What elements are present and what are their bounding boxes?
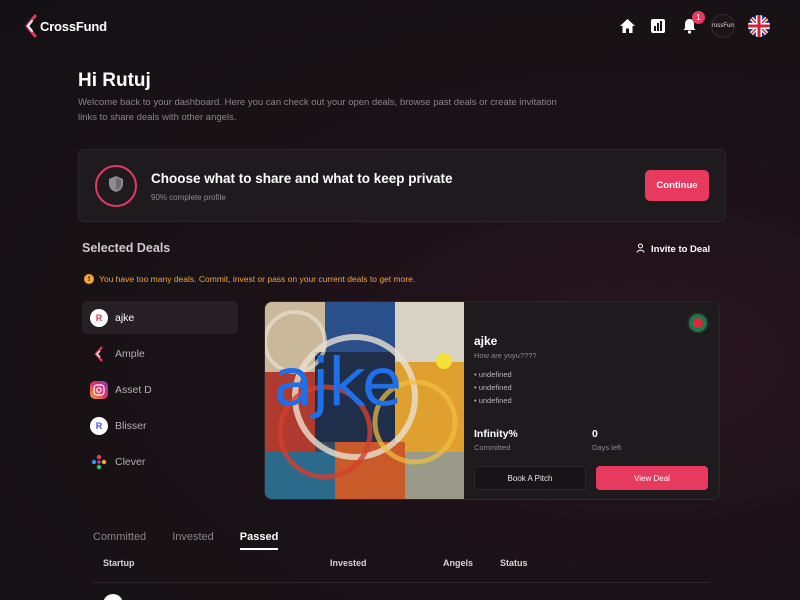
deal-list-item-ajke[interactable]: R ajke [82, 301, 238, 334]
user-avatar[interactable]: crossFund [711, 14, 735, 38]
selected-deals-heading: Selected Deals [82, 241, 171, 255]
warning-icon: ! [84, 274, 94, 284]
deal-list-item-clever[interactable]: Clever [82, 445, 238, 478]
privacy-card-title: Choose what to share and what to keep pr… [151, 171, 453, 186]
warning-text: You have too many deals. Commit, invest … [99, 274, 416, 284]
r-logo-icon: R [90, 308, 108, 327]
dots-logo-icon [90, 453, 108, 471]
invite-to-deal-label: Invite to Deal [651, 244, 711, 255]
deal-cover-image[interactable]: ajke [265, 302, 464, 499]
deal-logo-text: ajke [273, 344, 402, 421]
table-row-avatar[interactable] [103, 594, 123, 600]
view-deal-button[interactable]: View Deal [596, 466, 708, 490]
deal-highlight-item: • undefined [474, 370, 512, 379]
brand-name: CrossFund [40, 18, 107, 34]
dashboard-intro-text: Welcome back to your dashboard. Here you… [78, 97, 557, 123]
deal-list: R ajke Ample Asset D R Blisser Clever [82, 301, 238, 481]
top-navbar: CrossFund 1 crossFund [0, 0, 800, 54]
days-left-label: Days left [592, 443, 622, 452]
committed-value: Infinity% [474, 428, 518, 440]
uk-flag-icon[interactable] [748, 15, 770, 37]
user-add-icon [636, 243, 646, 256]
deal-card: ajke ajke How are yoyu???? • undefined •… [264, 301, 720, 500]
table-divider [93, 582, 710, 583]
profile-progress-ring [95, 165, 137, 207]
deals-table-header: Startup Invested Angels Status [103, 558, 710, 582]
column-header-invested: Invested [330, 558, 367, 568]
brand-logo[interactable]: CrossFund [24, 14, 107, 38]
too-many-deals-warning: ! You have too many deals. Commit, inves… [84, 274, 415, 284]
deal-list-item-label: Asset D [115, 383, 152, 396]
shield-icon [108, 175, 124, 198]
column-header-status: Status [500, 558, 528, 568]
continue-button[interactable]: Continue [645, 170, 709, 201]
deal-list-item-label: Clever [115, 455, 146, 468]
deal-list-item-label: Ample [115, 347, 145, 360]
deal-history-tabs: Committed Invested Passed [93, 531, 304, 550]
notifications-bell-icon[interactable]: 1 [680, 11, 705, 35]
notification-count-badge: 1 [692, 11, 705, 24]
deal-name: ajke [474, 334, 498, 348]
deal-highlight-item: • undefined [474, 396, 512, 405]
book-a-pitch-button[interactable]: Book A Pitch [474, 466, 586, 490]
home-icon[interactable] [618, 17, 636, 35]
days-left-stat: 0 Days left [592, 428, 621, 452]
committed-label: Committed [474, 443, 511, 452]
crossfund-logo-icon [90, 345, 108, 363]
instagram-icon [90, 380, 108, 399]
deal-tagline: How are yoyu???? [474, 351, 537, 360]
deal-list-item-label: Blisser [115, 419, 147, 432]
tab-committed[interactable]: Committed [93, 531, 146, 550]
deal-list-item-label: ajke [115, 311, 135, 324]
committed-stat: Infinity% Committed [474, 428, 518, 452]
greeting-heading: Hi Rutuj [78, 70, 151, 91]
tab-passed[interactable]: Passed [239, 531, 279, 550]
analytics-icon[interactable] [649, 17, 667, 35]
profile-completion-text: 90% complete profile [151, 193, 226, 202]
column-header-angels: Angels [443, 558, 474, 568]
deal-highlight-item: • undefined [474, 383, 512, 392]
deal-list-item-asset-d[interactable]: Asset D [82, 373, 238, 406]
invite-to-deal-button[interactable]: Invite to Deal [636, 243, 710, 256]
deal-list-item-blisser[interactable]: R Blisser [82, 409, 238, 442]
deal-list-item-ample[interactable]: Ample [82, 337, 238, 370]
column-header-startup: Startup [103, 558, 135, 568]
r-logo-icon: R [90, 416, 108, 435]
deal-highlights: • undefined • undefined • undefined [474, 368, 512, 407]
privacy-profile-card: Choose what to share and what to keep pr… [78, 149, 726, 222]
days-left-value: 0 [592, 428, 598, 440]
tab-invested[interactable]: Invested [172, 531, 214, 550]
crossfund-logo-icon [24, 14, 38, 38]
